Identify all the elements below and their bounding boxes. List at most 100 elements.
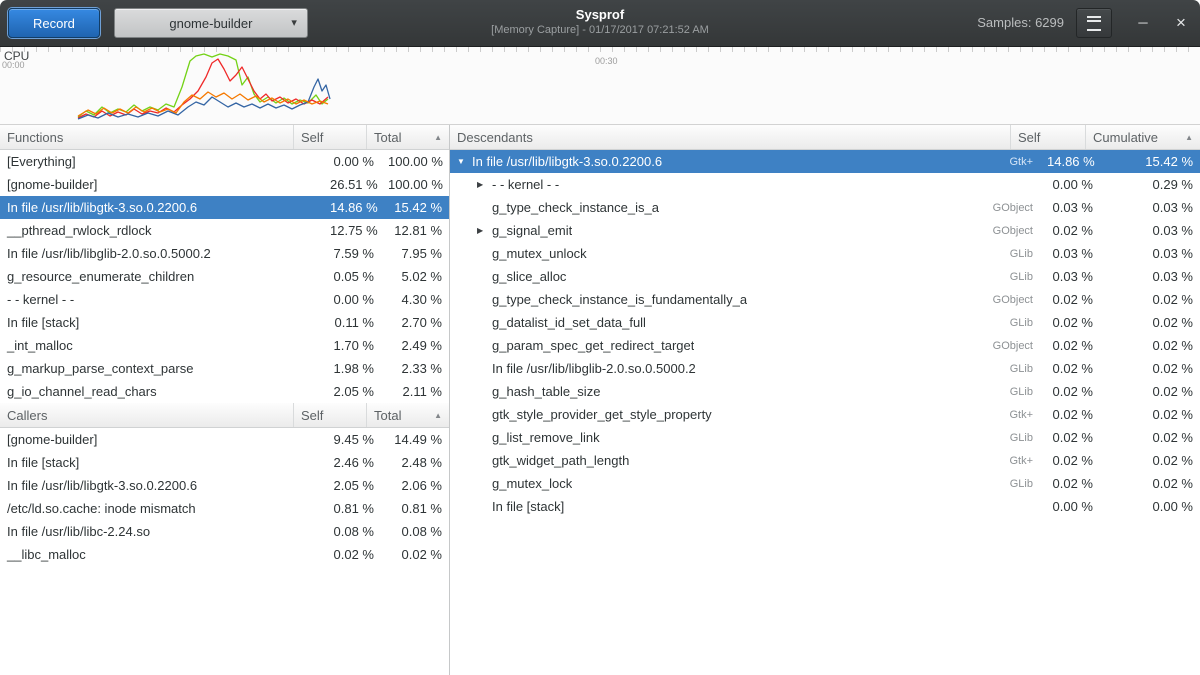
row-expander-icon[interactable]: ▶	[477, 226, 492, 235]
function-row[interactable]: - - kernel - - 0.00 % 4.30 %	[0, 288, 449, 311]
caller-row[interactable]: In file /usr/lib/libgtk-3.so.0.2200.6 2.…	[0, 474, 449, 497]
caller-name: __libc_malloc	[0, 547, 323, 562]
library-badge: GLib	[1000, 271, 1033, 283]
descendant-name-cell: g_mutex_unlock GLib	[450, 246, 1040, 261]
menu-button[interactable]	[1076, 8, 1112, 38]
function-row[interactable]: In file /usr/lib/libgtk-3.so.0.2200.6 14…	[0, 196, 449, 219]
cumulative-percent: 0.03 %	[1100, 269, 1200, 284]
total-percent: 2.11 %	[381, 384, 449, 399]
descendant-row[interactable]: g_datalist_id_set_data_full GLib 0.02 % …	[450, 311, 1200, 334]
self-percent: 12.75 %	[323, 223, 381, 238]
descendants-cumulative-column-header[interactable]: Cumulative ▲	[1086, 125, 1200, 149]
total-percent: 0.02 %	[381, 547, 449, 562]
function-row[interactable]: g_resource_enumerate_children 0.05 % 5.0…	[0, 265, 449, 288]
cumulative-percent: 0.03 %	[1100, 223, 1200, 238]
cumulative-percent: 0.02 %	[1100, 407, 1200, 422]
descendants-rows: ▼ In file /usr/lib/libgtk-3.so.0.2200.6 …	[450, 150, 1200, 518]
descendant-name: gtk_style_provider_get_style_property	[492, 407, 712, 422]
descendant-row[interactable]: In file /usr/lib/libglib-2.0.so.0.5000.2…	[450, 357, 1200, 380]
functions-self-column-header[interactable]: Self	[294, 125, 367, 149]
descendant-row[interactable]: g_type_check_instance_is_fundamentally_a…	[450, 288, 1200, 311]
descendant-row[interactable]: g_hash_table_size GLib 0.02 % 0.02 %	[450, 380, 1200, 403]
callers-total-column-header[interactable]: Total ▲	[367, 403, 449, 427]
functions-total-column-header[interactable]: Total ▲	[367, 125, 449, 149]
descendant-row[interactable]: g_mutex_lock GLib 0.02 % 0.02 %	[450, 472, 1200, 495]
descendants-table-header: Descendants Self Cumulative ▲	[450, 125, 1200, 150]
functions-column-header[interactable]: Functions	[0, 125, 294, 149]
self-column-label: Self	[301, 408, 323, 423]
cumulative-percent: 0.02 %	[1100, 384, 1200, 399]
caller-row[interactable]: In file [stack] 2.46 % 2.48 %	[0, 451, 449, 474]
cumulative-percent: 0.02 %	[1100, 361, 1200, 376]
cumulative-percent: 0.03 %	[1100, 246, 1200, 261]
function-row[interactable]: g_markup_parse_context_parse 1.98 % 2.33…	[0, 357, 449, 380]
close-button[interactable]: ×	[1168, 12, 1194, 34]
descendant-row[interactable]: gtk_style_provider_get_style_property Gt…	[450, 403, 1200, 426]
function-row[interactable]: g_io_channel_read_chars 2.05 % 2.11 %	[0, 380, 449, 403]
descendant-row[interactable]: gtk_widget_path_length Gtk+ 0.02 % 0.02 …	[450, 449, 1200, 472]
function-row[interactable]: [Everything] 0.00 % 100.00 %	[0, 150, 449, 173]
descendants-self-column-header[interactable]: Self	[1011, 125, 1086, 149]
function-row[interactable]: _int_malloc 1.70 % 2.49 %	[0, 334, 449, 357]
library-badge: GLib	[1000, 248, 1033, 260]
descendant-name: g_type_check_instance_is_fundamentally_a	[492, 292, 747, 307]
library-badge: GLib	[1000, 363, 1033, 375]
descendant-row[interactable]: g_mutex_unlock GLib 0.03 % 0.03 %	[450, 242, 1200, 265]
descendant-name-cell: In file /usr/lib/libglib-2.0.so.0.5000.2…	[450, 361, 1040, 376]
function-row[interactable]: [gnome-builder] 26.51 % 100.00 %	[0, 173, 449, 196]
descendants-column-header[interactable]: Descendants	[450, 125, 1011, 149]
function-row[interactable]: __pthread_rwlock_rdlock 12.75 % 12.81 %	[0, 219, 449, 242]
caller-row[interactable]: [gnome-builder] 9.45 % 14.49 %	[0, 428, 449, 451]
tree-indent	[457, 437, 477, 438]
row-expander-icon[interactable]: ▶	[477, 180, 492, 189]
library-badge: Gtk+	[999, 409, 1033, 421]
record-button[interactable]: Record	[8, 8, 100, 38]
self-percent: 0.02 %	[1040, 407, 1100, 422]
process-selector-label: gnome-builder	[169, 16, 252, 31]
chevron-down-icon: ▾	[291, 16, 297, 29]
minimize-button[interactable]: ─	[1130, 12, 1156, 34]
descendant-name: In file /usr/lib/libglib-2.0.so.0.5000.2	[492, 361, 696, 376]
self-percent: 0.02 %	[1040, 430, 1100, 445]
self-percent: 1.98 %	[323, 361, 381, 376]
descendant-name-cell: g_slice_alloc GLib	[450, 269, 1040, 284]
callers-self-column-header[interactable]: Self	[294, 403, 367, 427]
cpu-graph[interactable]: CPU 00:00 00:30	[0, 47, 1200, 125]
caller-row[interactable]: /etc/ld.so.cache: inode mismatch 0.81 % …	[0, 497, 449, 520]
descendant-name-cell: gtk_style_provider_get_style_property Gt…	[450, 407, 1040, 422]
row-expander-icon[interactable]: ▼	[457, 157, 472, 166]
cumulative-column-label: Cumulative	[1093, 130, 1158, 145]
caller-row[interactable]: __libc_malloc 0.02 % 0.02 %	[0, 543, 449, 566]
functions-table-header: Functions Self Total ▲	[0, 125, 449, 150]
function-row[interactable]: In file /usr/lib/libglib-2.0.so.0.5000.2…	[0, 242, 449, 265]
descendant-name: g_mutex_unlock	[492, 246, 587, 261]
function-name: g_markup_parse_context_parse	[0, 361, 323, 376]
self-percent: 0.00 %	[1040, 177, 1100, 192]
descendant-row[interactable]: ▶ g_signal_emit GObject 0.02 % 0.03 %	[450, 219, 1200, 242]
tree-indent	[457, 322, 477, 323]
descendant-row[interactable]: g_type_check_instance_is_a GObject 0.03 …	[450, 196, 1200, 219]
descendant-name: g_signal_emit	[492, 223, 572, 238]
descendant-row[interactable]: In file [stack] 0.00 % 0.00 %	[450, 495, 1200, 518]
callers-column-header[interactable]: Callers	[0, 403, 294, 427]
function-name: In file /usr/lib/libglib-2.0.so.0.5000.2	[0, 246, 323, 261]
function-row[interactable]: In file [stack] 0.11 % 2.70 %	[0, 311, 449, 334]
process-selector-dropdown[interactable]: gnome-builder ▾	[114, 8, 308, 38]
caller-row[interactable]: In file /usr/lib/libc-2.24.so 0.08 % 0.0…	[0, 520, 449, 543]
app-title: Sysprof	[491, 7, 709, 23]
descendant-row[interactable]: g_slice_alloc GLib 0.03 % 0.03 %	[450, 265, 1200, 288]
library-badge: GObject	[983, 294, 1033, 306]
cpu-chart-svg	[0, 47, 1200, 124]
self-percent: 7.59 %	[323, 246, 381, 261]
caller-name: In file /usr/lib/libc-2.24.so	[0, 524, 323, 539]
descendant-row[interactable]: ▶ - - kernel - - 0.00 % 0.29 %	[450, 173, 1200, 196]
left-pane: Functions Self Total ▲ [Everything]	[0, 125, 450, 675]
descendant-row[interactable]: ▼ In file /usr/lib/libgtk-3.so.0.2200.6 …	[450, 150, 1200, 173]
descendant-row[interactable]: g_param_spec_get_redirect_target GObject…	[450, 334, 1200, 357]
self-percent: 0.11 %	[323, 315, 381, 330]
cumulative-percent: 0.02 %	[1100, 476, 1200, 491]
descendant-name: g_type_check_instance_is_a	[492, 200, 659, 215]
descendant-row[interactable]: g_list_remove_link GLib 0.02 % 0.02 %	[450, 426, 1200, 449]
self-column-label: Self	[301, 130, 323, 145]
function-name: _int_malloc	[0, 338, 323, 353]
